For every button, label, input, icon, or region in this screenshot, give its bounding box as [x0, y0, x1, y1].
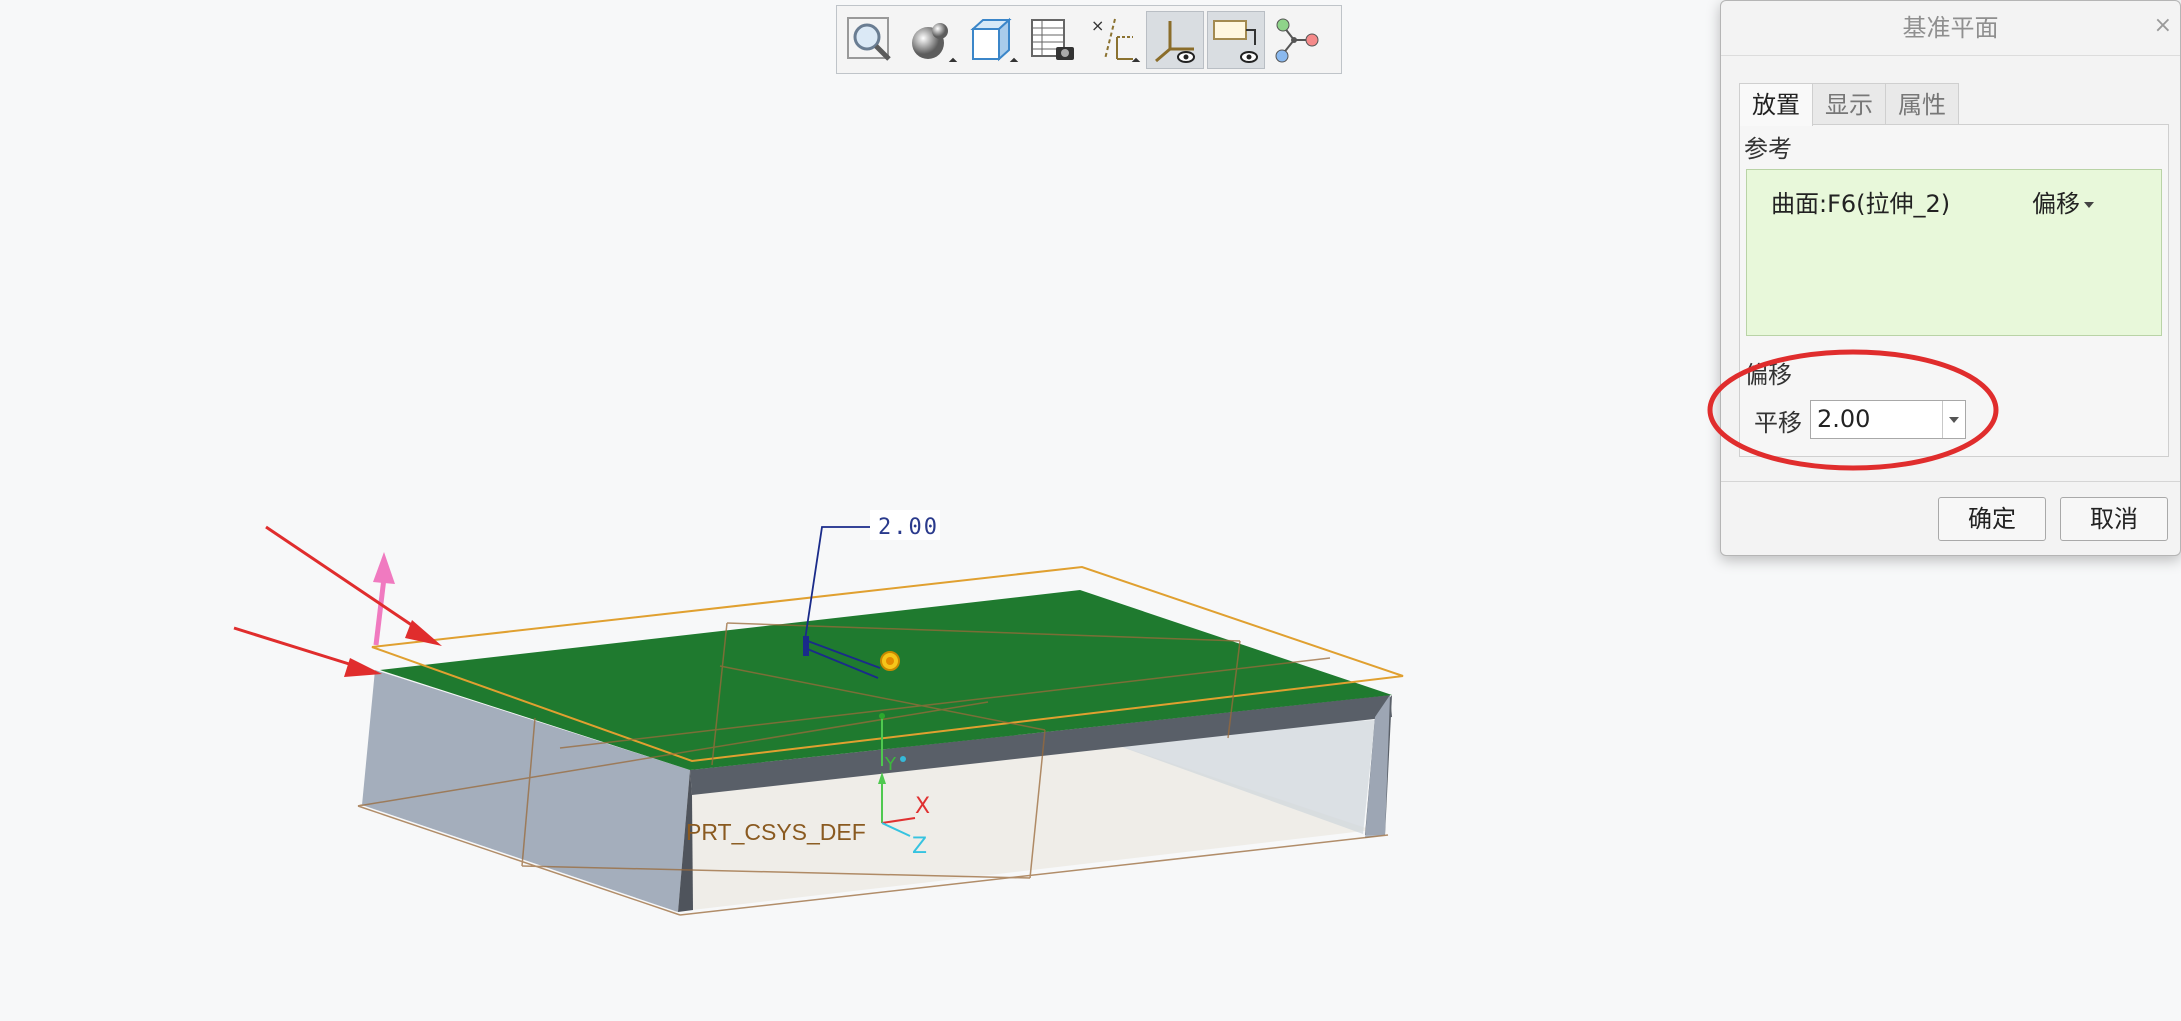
translate-value-field[interactable]: 2.00 [1810, 400, 1966, 439]
constraint-dropdown[interactable]: 偏移 [2032, 184, 2094, 219]
datum-display-filters-icon: × [1091, 16, 1133, 60]
red-pointer-arrows [233, 525, 442, 677]
dialog-tabs: 放置 显示 属性 [1739, 83, 1959, 126]
axis-x-label: X [915, 794, 930, 819]
tab-display[interactable]: 显示 [1812, 83, 1886, 126]
point-display-button[interactable] [1268, 11, 1326, 69]
translate-label: 平移 [1754, 409, 1802, 437]
translate-dropdown-button[interactable] [1942, 401, 1965, 438]
saved-orientation-button[interactable] [963, 11, 1021, 69]
drag-handle[interactable] [880, 651, 900, 671]
references-collector[interactable]: 曲面:F6(拉伸_2) 偏移 [1746, 169, 2162, 336]
svg-text:×: × [1091, 16, 1104, 35]
chevron-down-icon [1949, 416, 1959, 423]
datum-display-button[interactable]: × [1085, 11, 1143, 69]
annotation-display-button[interactable] [1207, 10, 1265, 69]
zoom-button[interactable] [841, 11, 899, 69]
datum-plane-dialog: 基准平面 × 放置 显示 属性 参考 曲面:F6(拉伸_2) 偏移 偏移 平移 … [1720, 0, 2181, 556]
model-canvas[interactable]: 2.00 Y X Z PRT_CSYS_DEF [0, 0, 1700, 1021]
caret-down-icon [2084, 202, 2094, 208]
constraint-label: 偏移 [2032, 190, 2080, 218]
csys-label: PRT_CSYS_DEF [686, 819, 866, 845]
ok-button[interactable]: 确定 [1938, 497, 2046, 541]
reference-item[interactable]: 曲面:F6(拉伸_2) [1771, 184, 1950, 219]
dialog-divider [1721, 481, 2180, 482]
view-manager-button[interactable] [1024, 11, 1082, 69]
dimension-value[interactable]: 2.00 [878, 515, 939, 540]
axis-z-label: Z [912, 834, 927, 859]
close-icon[interactable]: × [2154, 13, 2172, 38]
point-display-icon [1275, 18, 1319, 62]
graphics-viewport[interactable]: 2.00 Y X Z PRT_CSYS_DEF [0, 0, 1700, 1021]
csys-display-button[interactable] [1146, 10, 1204, 69]
references-label: 参考 [1744, 135, 1792, 163]
display-style-icon [912, 22, 948, 59]
view-toolbar: × [836, 5, 1342, 74]
annotation-display-icon [1213, 19, 1258, 63]
view-manager-icon [1031, 18, 1074, 60]
csys-display-icon [1155, 20, 1195, 63]
placement-panel: 参考 曲面:F6(拉伸_2) 偏移 偏移 平移 2.00 [1739, 124, 2169, 457]
translate-value[interactable]: 2.00 [1817, 405, 1870, 433]
tab-properties[interactable]: 属性 [1885, 83, 1959, 126]
saved-orientation-icon [970, 17, 1012, 61]
direction-arrow[interactable] [373, 552, 395, 646]
axis-y-label: Y [884, 754, 897, 775]
offset-section-label: 偏移 [1744, 361, 1792, 389]
dialog-title: 基准平面 [1721, 1, 2180, 56]
cancel-button[interactable]: 取消 [2060, 497, 2168, 541]
tab-placement[interactable]: 放置 [1739, 83, 1813, 126]
zoom-icon [847, 16, 891, 61]
display-style-button[interactable] [902, 11, 960, 69]
